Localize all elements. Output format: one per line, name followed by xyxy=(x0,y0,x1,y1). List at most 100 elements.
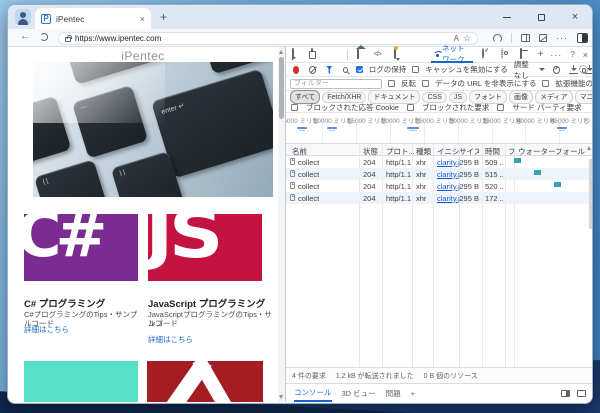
drawer-tab-console[interactable]: コンソール xyxy=(294,384,332,402)
new-tab-button[interactable]: + xyxy=(160,10,167,24)
blocked-requests-label[interactable]: ブロックされた要求 xyxy=(422,102,490,113)
copilot-icon[interactable] xyxy=(493,34,502,43)
request-row[interactable]: collect 204 http/1.1 xhr clarity.js:2 29… xyxy=(286,168,593,180)
col-waterfall[interactable]: ウォーターフォール xyxy=(518,146,585,157)
split-screen-icon[interactable] xyxy=(521,34,530,42)
preserve-log-label[interactable]: ログの保持 xyxy=(369,64,407,75)
cell-initiator-link[interactable]: clarity.js:2 xyxy=(437,182,460,191)
request-row[interactable]: collect 204 http/1.1 xhr clarity.js:2 29… xyxy=(286,156,593,168)
devtools-scrollbar-thumb[interactable] xyxy=(589,159,593,229)
tile-partial-red[interactable] xyxy=(147,361,263,402)
invert-label[interactable]: 反転 xyxy=(401,78,416,89)
request-row[interactable]: collect 204 http/1.1 xhr clarity.js:2 29… xyxy=(286,192,593,204)
network-overview-timeline[interactable]: 5000 ミリ秒 10000 ミリ秒 15000 ミリ秒 20000 ミリ秒 2… xyxy=(286,113,593,144)
drawer-tab-3dview[interactable]: 3D ビュー xyxy=(342,384,376,402)
cell-initiator-link[interactable]: clarity.js:2 xyxy=(437,194,460,203)
blocked-cookies-label[interactable]: ブロックされた応答 Cookie xyxy=(306,102,399,113)
timeline-gridline xyxy=(390,123,391,143)
key-brace-open: { [ xyxy=(34,159,110,197)
blocked-requests-checkbox[interactable] xyxy=(407,104,414,111)
tab-network[interactable]: ネットワーク xyxy=(431,47,474,63)
tab-console-icon[interactable] xyxy=(393,49,405,61)
tab-welcome-icon[interactable] xyxy=(355,49,367,61)
cell-name[interactable]: collect xyxy=(298,158,319,167)
record-icon[interactable] xyxy=(293,66,299,74)
window-close-button[interactable]: × xyxy=(558,5,592,29)
col-name[interactable]: 名前 xyxy=(292,146,307,157)
csharp-details-link[interactable]: 詳細はこちら xyxy=(24,324,69,335)
network-settings-gear-icon[interactable] xyxy=(579,65,588,74)
drawer-dock-icon[interactable] xyxy=(561,390,570,397)
chip-css[interactable]: CSS xyxy=(422,92,446,103)
disable-cache-checkbox[interactable] xyxy=(412,66,419,73)
window-maximize-button[interactable] xyxy=(524,5,558,29)
drawer-expand-icon[interactable] xyxy=(577,390,586,397)
devtools-help-icon[interactable]: ? xyxy=(570,50,574,59)
cell-name[interactable]: collect xyxy=(298,194,319,203)
focus-mode-icon[interactable] xyxy=(328,49,340,61)
filter-input[interactable] xyxy=(290,79,382,89)
search-icon[interactable] xyxy=(343,67,348,73)
tile-partial-teal[interactable] xyxy=(24,361,138,402)
devtools-close-icon[interactable]: × xyxy=(583,50,588,60)
requests-table-header[interactable]: 名前 状態 プロト... 種類 イニシエ... サイズ 時間 フ ウォーターフォ… xyxy=(286,144,593,156)
tab-sources-icon[interactable] xyxy=(412,49,424,61)
col-protocol[interactable]: プロト... xyxy=(386,146,414,157)
hide-data-urls-label[interactable]: データの URL を非表示にする xyxy=(435,78,536,89)
window-minimize-button[interactable] xyxy=(490,5,524,29)
profile-avatar[interactable] xyxy=(15,9,31,25)
hide-data-urls-checkbox[interactable] xyxy=(422,80,429,87)
import-har-icon[interactable] xyxy=(569,65,576,74)
cell-initiator-link[interactable]: clarity.js:2 xyxy=(437,170,460,179)
page-scrollbar[interactable] xyxy=(278,47,285,402)
tab-elements-icon[interactable]: </> xyxy=(374,49,386,61)
back-button[interactable]: ← xyxy=(20,31,30,42)
col-time[interactable]: 時間 xyxy=(485,146,504,157)
tile-javascript-logo[interactable]: JS xyxy=(148,214,262,281)
tab-close-icon[interactable]: × xyxy=(140,14,145,24)
browser-essentials-icon[interactable] xyxy=(577,33,588,43)
more-menu-icon[interactable]: ··· xyxy=(556,33,568,43)
sort-arrow-icon[interactable] xyxy=(587,146,591,150)
cell-name[interactable]: collect xyxy=(298,170,319,179)
hide-ext-urls-checkbox[interactable] xyxy=(542,80,549,87)
invert-checkbox[interactable] xyxy=(388,80,395,87)
preserve-log-checkbox[interactable] xyxy=(356,66,363,73)
chip-fetch-xhr[interactable]: Fetch/XHR xyxy=(322,92,366,103)
scroll-up-icon[interactable] xyxy=(279,50,283,54)
scroll-down-icon[interactable] xyxy=(279,395,283,399)
drawer-add-tab[interactable]: + xyxy=(411,384,415,402)
cell-name[interactable]: collect xyxy=(298,182,319,191)
reload-button[interactable] xyxy=(40,33,48,41)
cell-type: xhr xyxy=(416,194,426,203)
tile-csharp-logo[interactable]: C# xyxy=(24,214,138,281)
col-status[interactable]: 状態 xyxy=(363,146,378,157)
collections-icon[interactable] xyxy=(539,34,547,42)
devtools-more-icon[interactable]: ··· xyxy=(550,50,562,60)
inspect-icon[interactable] xyxy=(290,49,302,61)
hide-ext-urls-label[interactable]: 拡張機能の URL を非表示にする xyxy=(555,78,593,89)
browser-tab-ipentec[interactable]: P iPentec × xyxy=(35,8,151,29)
clear-icon[interactable] xyxy=(309,66,316,74)
address-bar[interactable]: https://www.ipentec.com A ☆ xyxy=(58,32,478,45)
request-row[interactable]: collect 204 http/1.1 xhr clarity.js:2 29… xyxy=(286,180,593,192)
drawer-tab-issues[interactable]: 問題 xyxy=(386,384,401,402)
col-initiator[interactable]: イニシエ... xyxy=(437,146,460,157)
cell-initiator-link[interactable]: clarity.js:2 xyxy=(437,158,460,167)
page-scrollbar-thumb[interactable] xyxy=(279,57,284,119)
chip-js[interactable]: JS xyxy=(449,92,467,103)
url-text[interactable]: https://www.ipentec.com xyxy=(75,34,450,43)
third-party-label[interactable]: サード パーティ要求 xyxy=(512,102,581,113)
filter-funnel-icon[interactable] xyxy=(326,66,332,74)
device-toolbar-icon[interactable] xyxy=(309,49,321,61)
read-aloud-icon[interactable]: A xyxy=(454,34,459,43)
js-details-link[interactable]: 詳細はこちら xyxy=(148,334,193,345)
third-party-checkbox[interactable] xyxy=(497,104,504,111)
col-size[interactable]: サイズ xyxy=(459,146,479,157)
blocked-cookies-checkbox[interactable] xyxy=(291,104,298,111)
col-type[interactable]: 種類 xyxy=(416,146,431,157)
disable-cache-label[interactable]: キャッシュを無効にする xyxy=(425,64,508,75)
network-conditions-icon[interactable] xyxy=(553,66,560,74)
tab-memory-icon[interactable] xyxy=(499,49,511,61)
tab-performance-icon[interactable] xyxy=(480,49,492,61)
